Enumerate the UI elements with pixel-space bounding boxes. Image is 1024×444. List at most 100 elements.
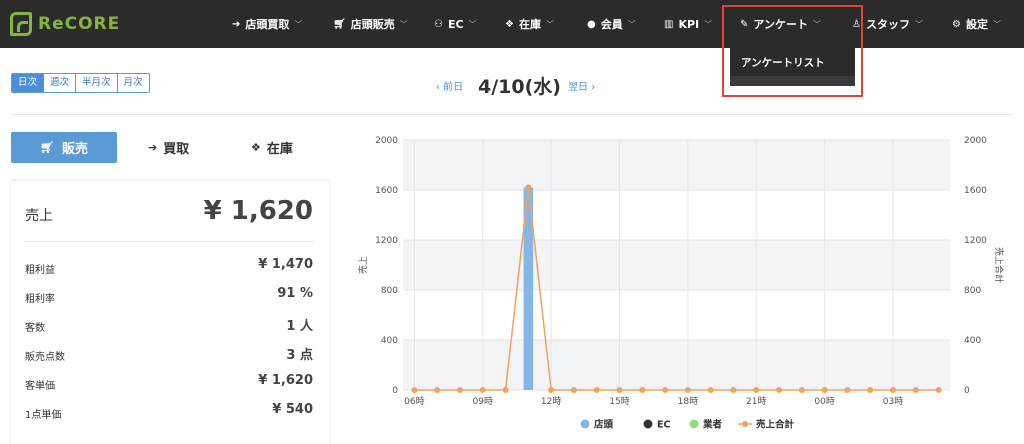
nav-label: 店頭販売 xyxy=(350,18,395,31)
nav-store-sales[interactable]: 🛒︎ 店頭販売 ﹀ xyxy=(333,0,408,48)
cubes-icon: ❖ xyxy=(251,141,261,154)
top-navbar: ReCORE ➔ 店頭買取 ﹀ 🛒︎ 店頭販売 ﹀ ⚇ EC ﹀ ❖ 在庫 ﹀ … xyxy=(0,0,1024,48)
sign-in-icon: ➔ xyxy=(148,141,158,154)
nav-member[interactable]: ● 会員 ﹀ xyxy=(587,0,636,48)
nav-label: 会員 xyxy=(600,18,623,31)
summary-row: 客単価 ¥ 1,620 xyxy=(25,373,313,393)
line-point xyxy=(502,387,509,393)
chevron-down-icon: ﹀ xyxy=(294,19,303,29)
line-point xyxy=(935,387,942,393)
legend-marker xyxy=(580,419,590,429)
tab-label: 在庫 xyxy=(266,142,293,157)
date-navigator: ‹ 前日 4/10(水) 翌日 › xyxy=(430,70,610,98)
tab-buy[interactable]: ➔ 買取 xyxy=(148,132,189,163)
nav-settings[interactable]: ⚙ 設定 ﹀ xyxy=(952,0,1001,48)
line-point xyxy=(707,387,714,393)
line-point xyxy=(479,387,486,393)
user-icon: ● xyxy=(587,18,596,30)
summary-row: 販売点数 3 点 xyxy=(25,344,313,364)
nav-stock[interactable]: ❖ 在庫 ﹀ xyxy=(505,0,554,48)
plot-band xyxy=(403,240,950,290)
divider xyxy=(11,114,1013,115)
line-point xyxy=(662,387,669,393)
line-point xyxy=(821,387,828,393)
y-tick-label-left: 0 xyxy=(392,386,398,396)
y-tick-label-left: 1600 xyxy=(375,186,398,196)
legend-marker xyxy=(643,419,653,429)
legend-label: 売上合計 xyxy=(756,419,795,431)
nav-label: 設定 xyxy=(965,18,988,31)
legend-marker xyxy=(689,419,699,429)
y-tick-label-right: 1200 xyxy=(964,236,987,246)
nav-label: EC xyxy=(447,17,464,31)
y-tick-label-left: 1200 xyxy=(375,236,398,246)
legend-label: EC xyxy=(657,420,670,431)
row-value: ¥ 1,620 xyxy=(258,373,313,388)
nav-ec[interactable]: ⚇ EC ﹀ xyxy=(434,0,477,48)
gear-icon: ⚙ xyxy=(952,18,961,30)
x-tick-label: 15時 xyxy=(609,396,629,407)
x-tick-label: 21時 xyxy=(746,396,766,407)
line-point xyxy=(593,387,600,393)
legend-marker xyxy=(742,421,748,427)
row-label: 販売点数 xyxy=(25,352,65,363)
divider xyxy=(25,241,313,242)
nav-label: スタッフ xyxy=(865,18,910,31)
line-point xyxy=(456,387,463,393)
x-tick-label: 06時 xyxy=(404,396,424,407)
nav-store-buy[interactable]: ➔ 店頭買取 ﹀ xyxy=(232,0,302,48)
line-point xyxy=(570,387,577,393)
y-tick-label-right: 1600 xyxy=(964,186,987,196)
chevron-down-icon: ﹀ xyxy=(992,19,1001,29)
x-tick-label: 12時 xyxy=(541,396,561,407)
prev-day-link[interactable]: ‹ 前日 xyxy=(436,78,463,93)
chevron-down-icon: ﹀ xyxy=(399,19,408,29)
summary-row: 粗利益 ¥ 1,470 xyxy=(25,257,313,277)
nav-label: 在庫 xyxy=(518,18,541,31)
plot-band xyxy=(403,140,950,190)
chevron-down-icon: ﹀ xyxy=(627,19,636,29)
recore-logo[interactable]: ReCORE xyxy=(10,11,120,37)
y-axis-label-right: 売上合計 xyxy=(993,247,1005,283)
x-tick-label: 03時 xyxy=(883,396,903,407)
row-value: 1 人 xyxy=(286,319,313,334)
line-point xyxy=(548,387,555,393)
line-point xyxy=(753,387,760,393)
sales-summary-card: 売上 ¥ 1,620 粗利益 ¥ 1,470 粗利率 91 % 客数 1 人 販… xyxy=(11,180,329,444)
y-axis-label: 売上 xyxy=(357,256,369,274)
line-point xyxy=(684,387,691,393)
y-tick-label-right: 2000 xyxy=(964,136,987,146)
tab-stock[interactable]: ❖ 在庫 xyxy=(251,132,293,163)
sitemap-icon: ⚇ xyxy=(434,18,443,30)
x-tick-label: 09時 xyxy=(473,396,493,407)
sales-total-value: ¥ 1,620 xyxy=(203,196,313,226)
x-tick-label: 00時 xyxy=(814,396,834,407)
nav-label: 店頭買取 xyxy=(245,18,290,31)
row-label: 1点単価 xyxy=(25,410,62,421)
row-value: 3 点 xyxy=(286,348,313,363)
period-selector: 日次 週次 半月次 月次 xyxy=(11,73,150,93)
tab-label: 販売 xyxy=(61,142,88,157)
summary-row: 1点単価 ¥ 540 xyxy=(25,402,313,422)
period-half-monthly[interactable]: 半月次 xyxy=(75,74,117,92)
cart-icon: 🛒︎ xyxy=(40,141,54,154)
y-tick-label-left: 400 xyxy=(381,336,398,346)
nav-kpi[interactable]: ▥ KPI ﹀ xyxy=(664,0,712,48)
cart-icon: 🛒︎ xyxy=(333,18,346,30)
period-daily[interactable]: 日次 xyxy=(12,74,44,92)
sign-in-icon: ➔ xyxy=(232,18,241,30)
row-value: 91 % xyxy=(277,286,313,301)
legend-label: 店頭 xyxy=(594,419,614,431)
period-monthly[interactable]: 月次 xyxy=(116,74,149,92)
recore-logo-icon xyxy=(10,12,32,36)
x-tick-label: 18時 xyxy=(678,396,698,407)
sales-label: 売上 xyxy=(25,208,53,224)
period-weekly[interactable]: 週次 xyxy=(43,74,76,92)
nav-label: KPI xyxy=(678,17,700,31)
tab-sales[interactable]: 🛒︎ 販売 xyxy=(11,132,117,163)
chevron-down-icon: ﹀ xyxy=(704,19,713,29)
y-tick-label-left: 800 xyxy=(381,286,398,296)
next-day-link[interactable]: 翌日 › xyxy=(568,78,595,93)
hourly-sales-chart: 0 0 400 400 800 800 1200 1200 1600 1600 2000 2000 売上… xyxy=(357,136,1005,431)
current-date: 4/10(水) xyxy=(478,76,561,98)
